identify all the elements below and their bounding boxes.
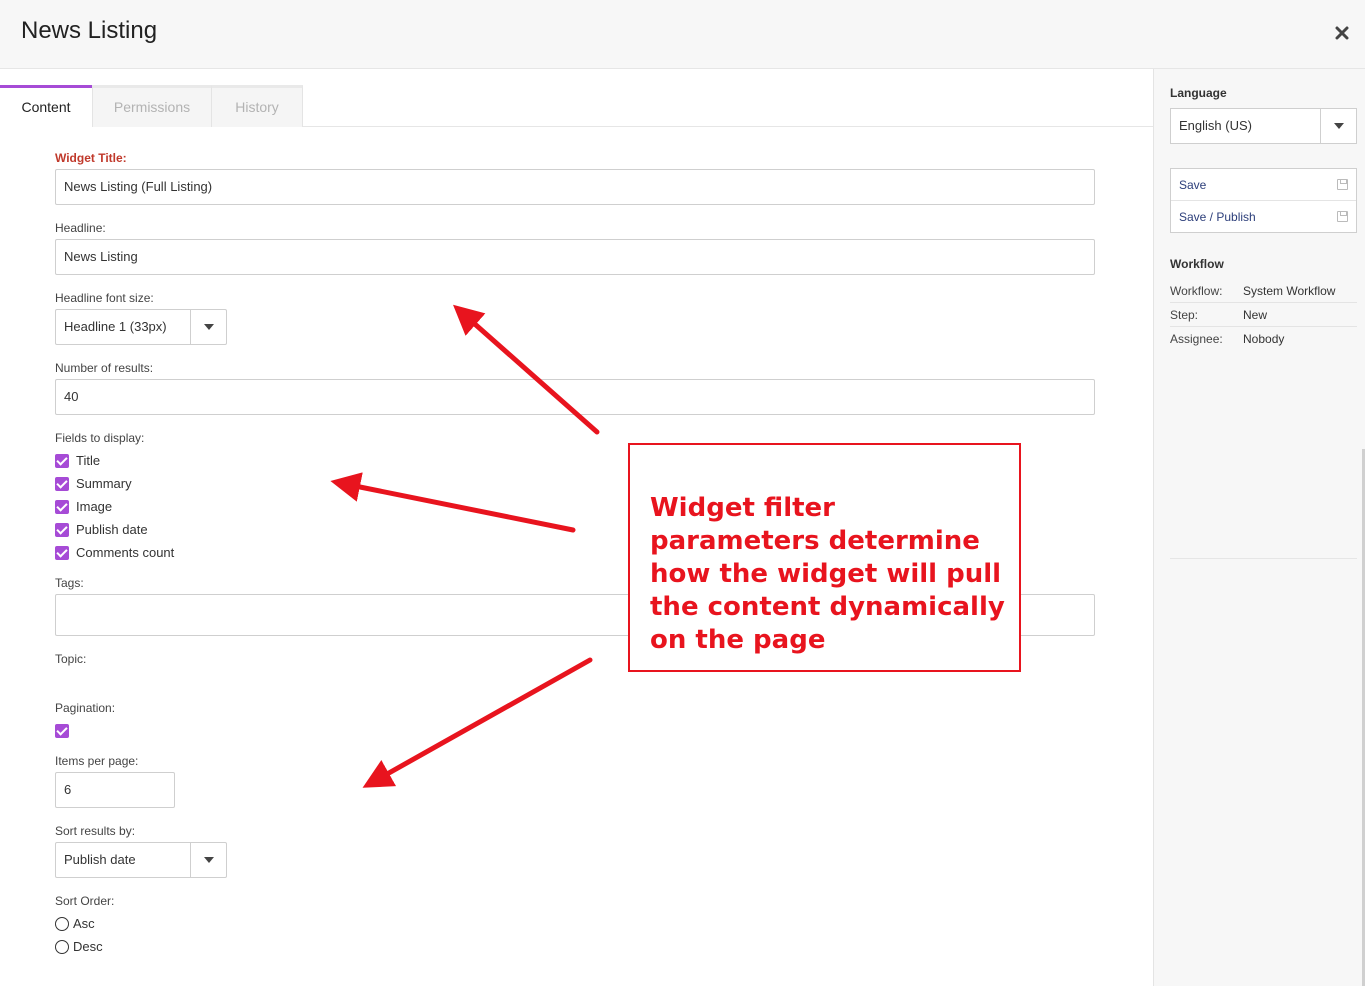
save-button-label: Save [1179,178,1207,192]
tab-permissions[interactable]: Permissions [92,85,212,127]
widget-title-input[interactable]: News Listing (Full Listing) [55,169,1095,205]
checkbox-title[interactable] [55,454,69,468]
fields-to-display-label: Fields to display: [55,431,145,445]
workflow-key: Step: [1170,308,1199,322]
headline-font-size-label: Headline font size: [55,291,154,305]
caret-down-icon [204,857,214,863]
workflow-value: New [1243,308,1268,322]
checkbox-summary-label: Summary [76,476,132,491]
headline-font-size-select[interactable]: Headline 1 (33px) [55,309,227,345]
action-panel: Save Save / Publish [1170,168,1357,233]
checkbox-image[interactable] [55,500,69,514]
annotation-callout: Widget filter parameters determine how t… [628,443,1021,672]
floppy-disk-icon [1337,179,1348,190]
tags-label: Tags: [55,576,84,590]
caret-down-icon [204,324,214,330]
close-icon[interactable] [1335,26,1349,40]
widget-title-label: Widget Title: [55,151,127,165]
caret-down-icon [1334,123,1344,129]
dropdown-button[interactable] [1320,109,1356,143]
number-of-results-label: Number of results: [55,361,154,375]
items-per-page-label: Items per page: [55,754,139,768]
checkbox-comments-count-label: Comments count [76,545,175,560]
radio-asc[interactable] [55,917,69,931]
number-of-results-input[interactable]: 40 [55,379,1095,415]
floppy-disk-icon [1337,211,1348,222]
language-value: English (US) [1179,118,1252,133]
workflow-row: Step: New [1170,303,1357,327]
headline-font-size-value: Headline 1 (33px) [64,319,167,334]
dropdown-button[interactable] [190,843,226,877]
language-select[interactable]: English (US) [1170,108,1357,144]
language-heading: Language [1170,86,1227,100]
checkbox-title-label: Title [76,453,101,468]
workflow-key: Workflow: [1170,284,1223,298]
headline-label: Headline: [55,221,106,235]
pagination-label: Pagination: [55,701,116,715]
sidebar: Language English (US) Save Save / Publis… [1153,69,1365,986]
save-button[interactable]: Save [1171,169,1356,201]
checkbox-image-label: Image [76,499,113,514]
dropdown-button[interactable] [190,310,226,344]
annotation-text: Widget filter parameters determine how t… [650,493,1005,655]
headline-input[interactable]: News Listing [55,239,1095,275]
pagination-checkbox[interactable] [55,724,69,738]
checkbox-publish-date[interactable] [55,523,69,537]
workflow-value: System Workflow [1243,284,1336,298]
modal-title: News Listing [21,17,158,44]
items-per-page-input[interactable]: 6 [55,772,175,808]
checkbox-summary[interactable] [55,477,69,491]
save-publish-button[interactable]: Save / Publish [1171,201,1356,233]
save-publish-button-label: Save / Publish [1179,210,1256,224]
topic-label: Topic: [55,652,87,666]
workflow-row: Workflow: System Workflow [1170,279,1357,303]
radio-asc-label: Asc [73,916,95,931]
divider [1170,558,1357,559]
checkbox-publish-date-label: Publish date [76,522,148,537]
checkbox-comments-count[interactable] [55,546,69,560]
workflow-heading: Workflow [1170,257,1224,271]
modal-header: News Listing [0,0,1365,69]
radio-desc-label: Desc [73,939,103,954]
sort-order-label: Sort Order: [55,894,115,908]
workflow-value: Nobody [1243,332,1285,346]
workflow-row: Assignee: Nobody [1170,327,1357,351]
tab-history[interactable]: History [212,85,303,127]
tab-bar: Content Permissions History [0,85,1153,128]
tab-content[interactable]: Content [0,85,92,128]
sort-results-by-label: Sort results by: [55,824,136,838]
workflow-key: Assignee: [1170,332,1223,346]
sort-results-by-value: Publish date [64,852,136,867]
sort-results-by-select[interactable]: Publish date [55,842,227,878]
radio-desc[interactable] [55,940,69,954]
